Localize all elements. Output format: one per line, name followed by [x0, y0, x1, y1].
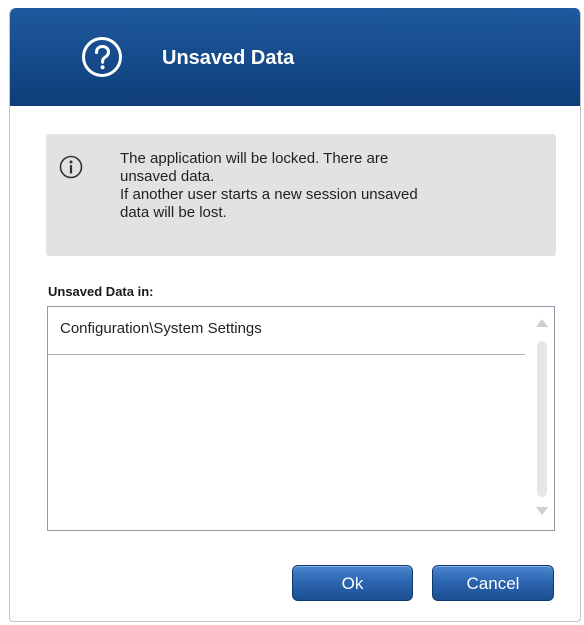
window-edge	[0, 0, 9, 625]
info-message-box: The application will be locked. There ar…	[46, 134, 556, 256]
unsaved-data-dialog: Unsaved Data The application will be loc…	[9, 8, 581, 622]
info-line-2: unsaved data.	[120, 168, 215, 185]
list-item[interactable]: Configuration\System Settings	[48, 307, 525, 355]
unsaved-data-listbox[interactable]: Configuration\System Settings	[47, 306, 555, 531]
info-circle-icon	[59, 155, 83, 179]
scroll-down-arrow-icon[interactable]	[536, 507, 548, 515]
info-line-3: If another user starts a new session uns…	[120, 186, 418, 203]
vertical-scrollbar[interactable]	[530, 307, 554, 530]
scrollbar-thumb[interactable]	[537, 341, 547, 497]
info-line-1: The application will be locked. There ar…	[120, 150, 389, 167]
question-circle-icon	[82, 37, 122, 77]
dialog-titlebar: Unsaved Data	[10, 8, 580, 106]
unsaved-data-list-label: Unsaved Data in:	[48, 284, 154, 299]
ok-button[interactable]: Ok	[292, 565, 413, 601]
info-line-4: data will be lost.	[120, 204, 227, 221]
dialog-title: Unsaved Data	[162, 47, 295, 69]
scroll-up-arrow-icon[interactable]	[536, 319, 548, 327]
cancel-button[interactable]: Cancel	[432, 565, 554, 601]
list-item-label: Configuration\System Settings	[60, 320, 262, 337]
info-message: The application will be locked. There ar…	[120, 150, 540, 222]
